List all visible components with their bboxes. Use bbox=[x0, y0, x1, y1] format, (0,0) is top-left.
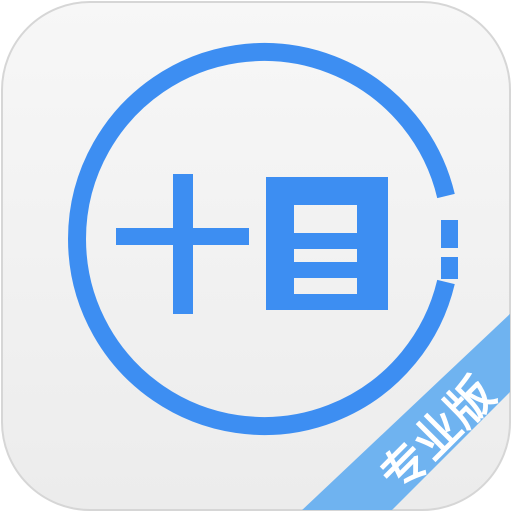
logo-eye-bar-2 bbox=[266, 262, 388, 278]
logo-eye-frame-top bbox=[266, 177, 388, 205]
logo-ring-gap-bar-top bbox=[441, 220, 458, 248]
logo-cross-vertical bbox=[173, 174, 193, 314]
logo-eye-frame-bottom bbox=[266, 294, 388, 310]
app-icon[interactable]: 专业版 bbox=[0, 0, 512, 512]
app-icon-graphic: 专业版 bbox=[1, 1, 511, 511]
logo-ring-gap-bar-bottom bbox=[441, 257, 458, 279]
logo-eye-bar-1 bbox=[266, 233, 388, 249]
